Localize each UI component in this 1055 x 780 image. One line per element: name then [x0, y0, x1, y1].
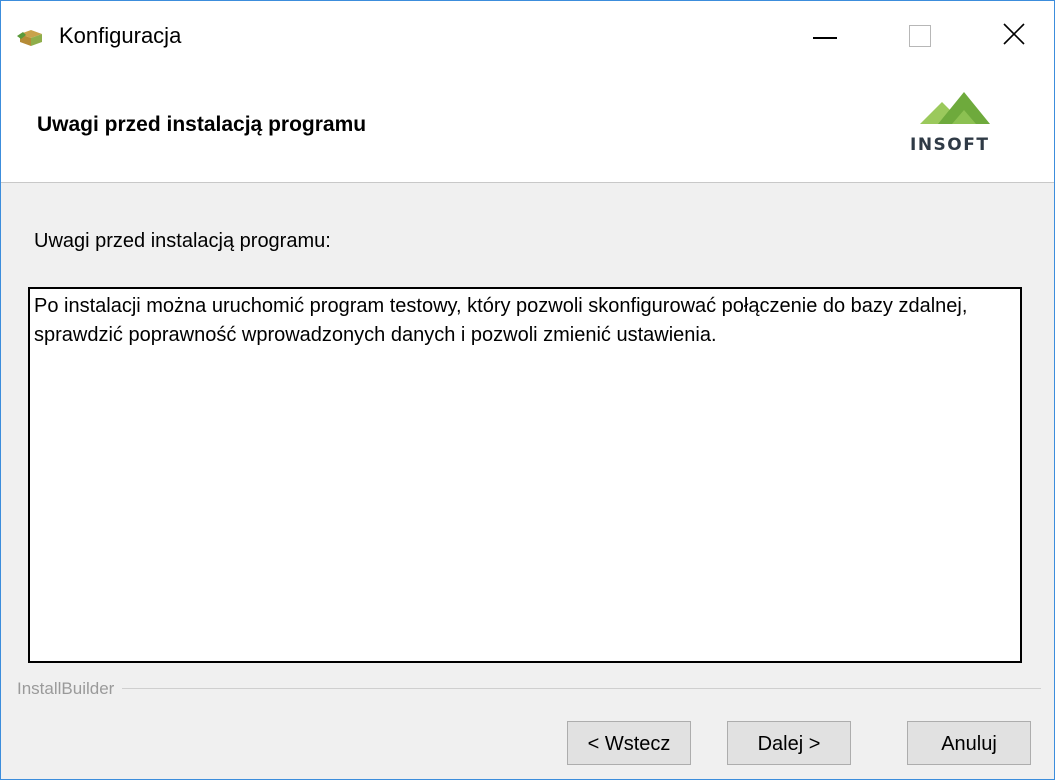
close-icon: [1003, 23, 1025, 45]
notes-label: Uwagi przed instalacją programu:: [34, 230, 331, 252]
window-title: Konfiguracja: [59, 23, 182, 48]
installer-window: Konfiguracja Uwagi przed instalacją prog…: [0, 0, 1055, 780]
title-bar[interactable]: Konfiguracja: [1, 1, 1054, 76]
insoft-logo: INSOFT: [906, 88, 1016, 158]
separator-line: [17, 688, 1041, 689]
page-title: Uwagi przed instalacją programu: [37, 113, 367, 136]
mountain-logo-icon: [920, 92, 990, 124]
minimize-button[interactable]: [791, 1, 861, 71]
next-button[interactable]: Dalej >: [727, 721, 851, 765]
notes-textarea[interactable]: Po instalacji można uruchomić program te…: [28, 287, 1022, 663]
vendor-separator: InstallBuilder: [17, 679, 1041, 699]
close-button[interactable]: [976, 1, 1046, 71]
maximize-button[interactable]: [879, 1, 949, 71]
vendor-label: InstallBuilder: [17, 679, 123, 699]
wizard-header: Uwagi przed instalacją programu INSOFT: [1, 76, 1054, 183]
minimize-icon: [813, 37, 837, 39]
maximize-icon: [909, 25, 931, 47]
installer-box-icon: [17, 27, 45, 47]
logo-text: INSOFT: [910, 135, 990, 155]
cancel-button[interactable]: Anuluj: [907, 721, 1031, 765]
back-button[interactable]: < Wstecz: [567, 721, 691, 765]
